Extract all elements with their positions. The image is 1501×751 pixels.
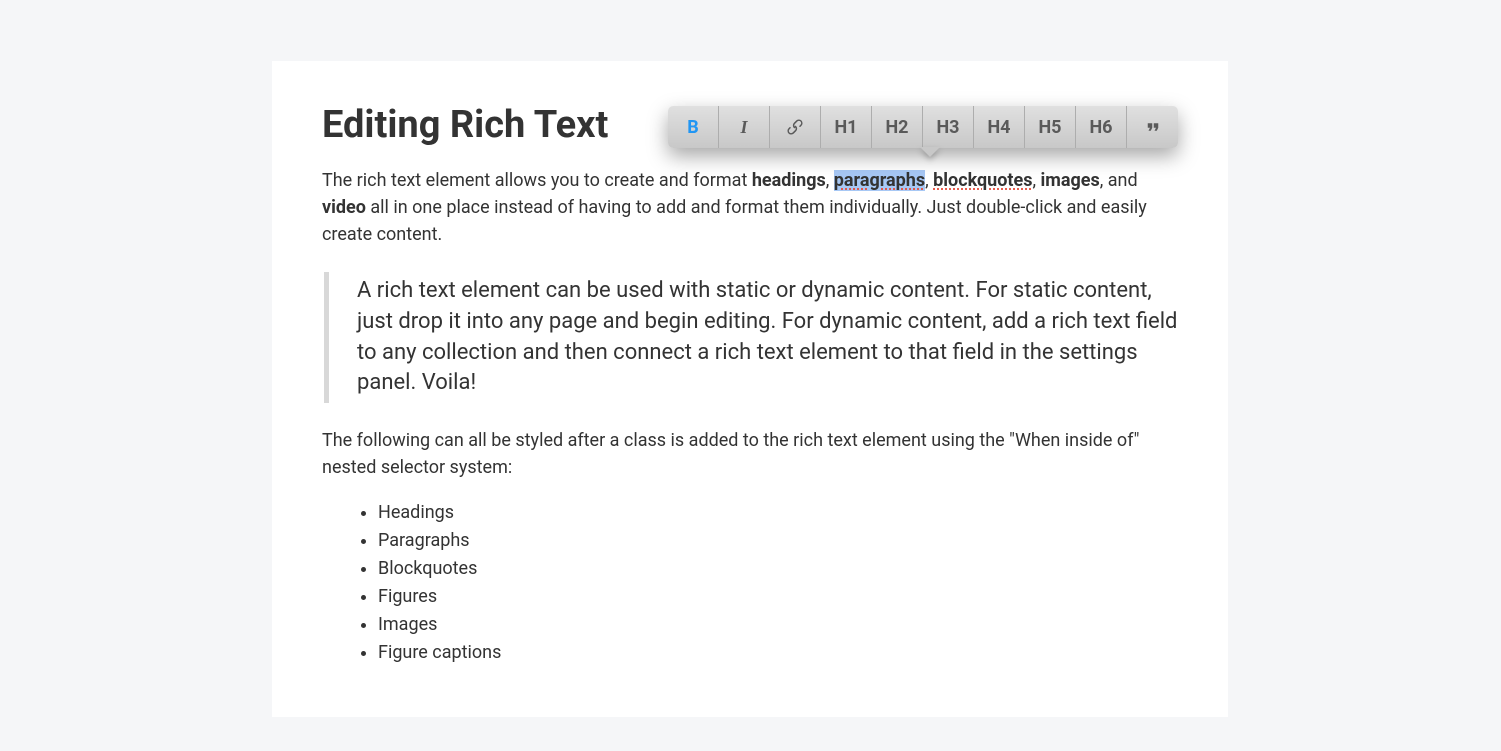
h1-button[interactable]: H1 xyxy=(821,106,872,148)
text-segment: The rich text element allows you to crea… xyxy=(322,170,752,191)
bold-blockquotes: blockquotes xyxy=(933,170,1032,191)
text-segment: , xyxy=(826,170,834,191)
bold-button[interactable]: B xyxy=(668,106,719,148)
quote-icon xyxy=(1144,118,1162,136)
text-format-toolbar[interactable]: B I H1 H2 H3 H4 H5 H6 xyxy=(668,106,1178,148)
link-icon xyxy=(786,118,804,136)
text-segment: , and xyxy=(1100,170,1138,191)
italic-button[interactable]: I xyxy=(719,106,770,148)
quote-button[interactable] xyxy=(1127,106,1178,148)
bold-images: images xyxy=(1041,170,1100,191)
text-segment: , xyxy=(925,170,933,191)
h6-button[interactable]: H6 xyxy=(1076,106,1127,148)
text-segment: , xyxy=(1032,170,1040,191)
blockquote[interactable]: A rich text element can be used with sta… xyxy=(324,272,1178,403)
h2-button[interactable]: H2 xyxy=(872,106,923,148)
bold-video: video xyxy=(322,197,366,218)
link-button[interactable] xyxy=(770,106,821,148)
list-item[interactable]: Paragraphs xyxy=(378,527,1178,555)
style-list[interactable]: Headings Paragraphs Blockquotes Figures … xyxy=(378,499,1178,666)
selected-word-paragraphs[interactable]: paragraphs xyxy=(834,170,925,191)
styling-paragraph[interactable]: The following can all be styled after a … xyxy=(322,427,1178,481)
text-segment: all in one place instead of having to ad… xyxy=(322,197,1147,245)
list-item[interactable]: Images xyxy=(378,611,1178,639)
intro-paragraph[interactable]: The rich text element allows you to crea… xyxy=(322,167,1178,248)
list-item[interactable]: Headings xyxy=(378,499,1178,527)
list-item[interactable]: Figure captions xyxy=(378,639,1178,667)
toolbar-arrow xyxy=(920,147,940,157)
list-item[interactable]: Blockquotes xyxy=(378,555,1178,583)
list-item[interactable]: Figures xyxy=(378,583,1178,611)
rich-text-editor[interactable]: Editing Rich Text The rich text element … xyxy=(272,61,1228,717)
h4-button[interactable]: H4 xyxy=(974,106,1025,148)
h3-button[interactable]: H3 xyxy=(923,106,974,148)
h5-button[interactable]: H5 xyxy=(1025,106,1076,148)
bold-headings: headings xyxy=(752,170,826,191)
